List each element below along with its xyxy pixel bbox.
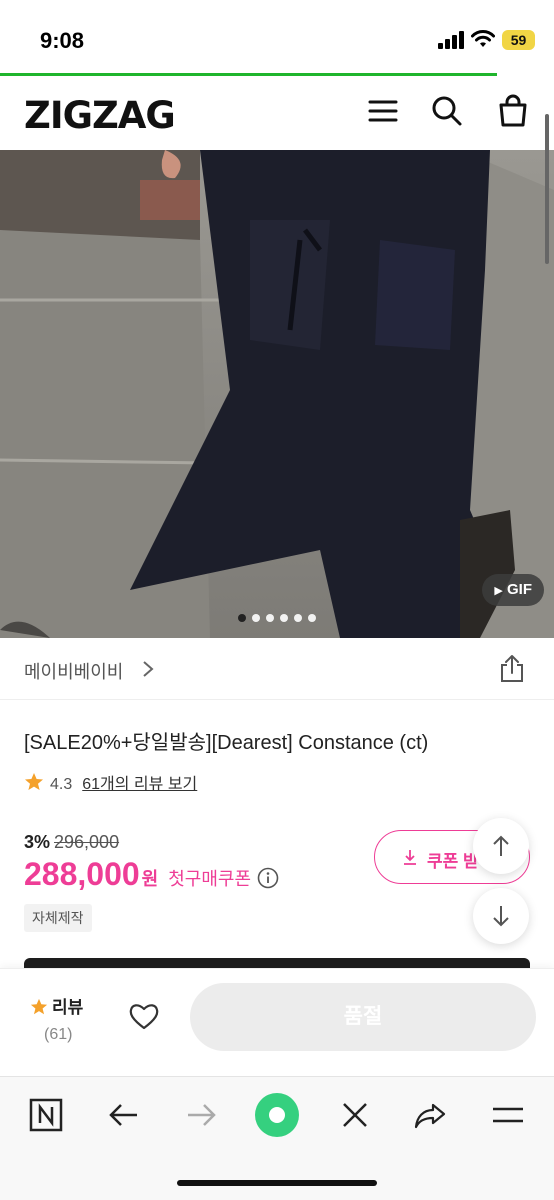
back-arrow-icon[interactable] xyxy=(106,1097,142,1133)
menu-icon[interactable] xyxy=(366,94,400,128)
gif-label: GIF xyxy=(507,581,532,598)
brand-row: 메이비베이비 xyxy=(0,638,554,700)
share-icon[interactable] xyxy=(498,654,526,684)
carousel-indicator xyxy=(0,614,554,622)
menu-icon[interactable] xyxy=(490,1097,526,1133)
share-arrow-icon[interactable] xyxy=(412,1097,448,1133)
product-title: [SALE20%+당일발송][Dearest] Constance (ct) xyxy=(24,732,429,754)
rating-value: 4.3 xyxy=(50,776,73,793)
currency-unit: 원 xyxy=(141,869,159,889)
star-icon xyxy=(25,773,43,790)
arrow-down-icon xyxy=(493,906,509,927)
heart-icon[interactable] xyxy=(128,1001,160,1031)
status-bar: 9:08 59 xyxy=(0,0,554,74)
carousel-dot[interactable] xyxy=(280,614,288,622)
carousel-dot[interactable] xyxy=(294,614,302,622)
review-link[interactable]: 61개의 리뷰 보기 xyxy=(82,776,197,793)
search-icon[interactable] xyxy=(430,94,464,128)
self-made-tag: 자체제작 xyxy=(24,904,92,932)
scroll-top-button[interactable] xyxy=(473,818,529,874)
play-icon: ▶ xyxy=(494,585,503,597)
original-price: 296,000 xyxy=(54,832,120,852)
zigzag-logo[interactable]: ZIGZAG xyxy=(24,94,176,137)
app-header: ZIGZAG xyxy=(0,76,554,150)
scrollbar[interactable] xyxy=(545,114,549,264)
review-summary[interactable]: 리뷰 (61) xyxy=(30,993,110,1044)
rating-row: 4.3 61개의 리뷰 보기 xyxy=(24,770,197,793)
gif-badge[interactable]: ▶ GIF xyxy=(482,574,544,606)
carousel-dot[interactable] xyxy=(308,614,316,622)
price-row: 288,000 원 첫구매쿠폰 xyxy=(24,856,279,896)
product-photo xyxy=(0,150,554,638)
discount-row: 3% 296,000 xyxy=(24,832,119,853)
shopping-bag-icon[interactable] xyxy=(496,94,530,128)
chevron-right-icon[interactable] xyxy=(142,660,154,678)
brand-name[interactable]: 메이비베이비 xyxy=(24,658,123,684)
star-icon xyxy=(30,998,48,1015)
naver-icon[interactable] xyxy=(28,1097,64,1133)
get-coupon-label: 쿠폰 받 xyxy=(427,852,479,871)
carousel-dot[interactable] xyxy=(266,614,274,622)
sold-out-button[interactable]: 품절 xyxy=(190,983,536,1051)
scroll-bottom-button[interactable] xyxy=(473,888,529,944)
carousel-dot[interactable] xyxy=(252,614,260,622)
green-dot-icon[interactable] xyxy=(253,1091,301,1139)
battery-indicator: 59 xyxy=(502,30,535,50)
review-count: (61) xyxy=(44,1026,73,1043)
close-icon[interactable] xyxy=(337,1097,373,1133)
purchase-bar: 리뷰 (61) 품절 xyxy=(0,968,554,1076)
download-icon xyxy=(404,850,416,865)
cellular-signal-icon xyxy=(438,31,464,49)
arrow-up-icon xyxy=(493,835,509,856)
sale-price: 288,000 xyxy=(24,856,140,892)
home-indicator xyxy=(177,1180,377,1186)
status-time: 9:08 xyxy=(40,28,85,53)
forward-arrow-icon[interactable] xyxy=(183,1097,219,1133)
discount-percent: 3% xyxy=(24,832,51,852)
info-icon[interactable] xyxy=(257,867,279,889)
review-label: 리뷰 xyxy=(52,998,84,1017)
wifi-icon xyxy=(471,30,495,47)
first-purchase-coupon-label: 첫구매쿠폰 xyxy=(168,869,252,889)
carousel-dot[interactable] xyxy=(238,614,246,622)
product-image-gallery[interactable]: ▶ GIF xyxy=(0,150,554,638)
